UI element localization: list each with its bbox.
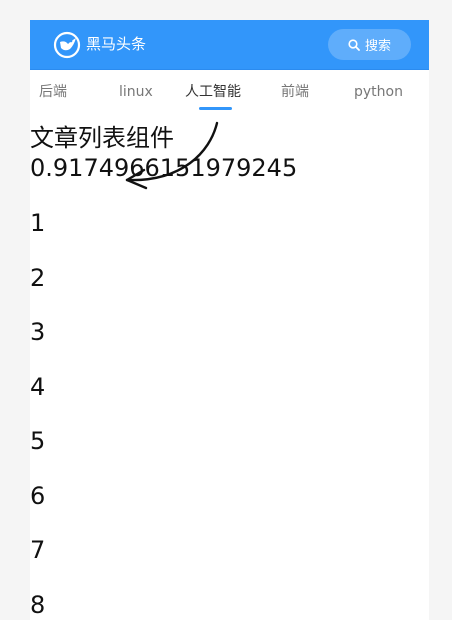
list-item: 6 (30, 481, 46, 510)
list-item: 5 (30, 427, 46, 455)
tab-ai[interactable]: 人工智能 (185, 83, 241, 101)
search-button[interactable]: 搜索 (328, 29, 411, 60)
tab-python[interactable]: python (354, 83, 403, 101)
component-title: 文章列表组件 (30, 124, 174, 152)
list-item: 8 (30, 590, 46, 619)
list-item: 1 (30, 209, 46, 237)
article-list: 1 2 3 4 5 6 7 8 (30, 208, 429, 620)
tab-linux[interactable]: linux (119, 83, 153, 101)
tab-frontend[interactable]: 前端 (281, 83, 309, 101)
logo-text: 黑马头条 (86, 35, 147, 53)
tab-backend[interactable]: 后端 (39, 83, 67, 101)
channel-tabs: 后端 linux 人工智能 前端 python (30, 70, 429, 114)
top-navbar: 黑马头条 搜索 (30, 20, 429, 70)
random-value: 0.9174966151979245 (30, 154, 298, 182)
article-list-component: 文章列表组件 0.9174966151979245 1 2 3 4 5 6 7 … (30, 123, 429, 620)
toutiao-logo-icon (53, 31, 81, 59)
search-icon (348, 38, 360, 51)
list-item: 4 (30, 372, 46, 401)
active-tab-indicator (199, 107, 232, 110)
app-frame: 黑马头条 搜索 后端 linux 人工智能 前端 python 文章列表组件 0… (30, 20, 429, 620)
list-item: 3 (30, 318, 46, 346)
search-button-label: 搜索 (364, 39, 391, 54)
list-item: 7 (30, 536, 46, 564)
list-item: 2 (30, 263, 46, 292)
